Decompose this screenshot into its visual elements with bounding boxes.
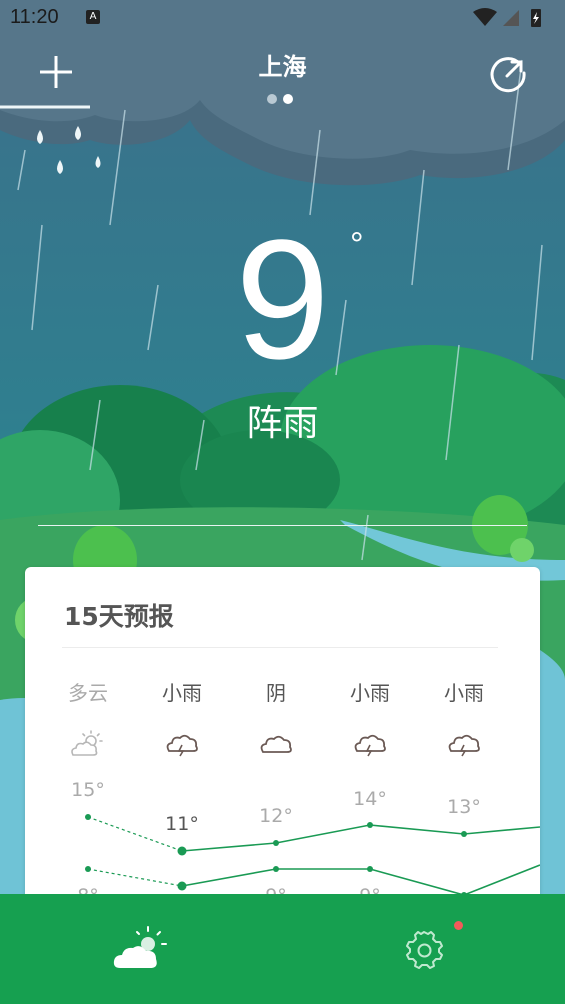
day-condition: 多云 <box>68 681 108 705</box>
forecast-title: 15天预报 <box>64 602 174 631</box>
chart-point <box>177 881 187 891</box>
divider <box>38 525 527 526</box>
day-condition: 阴 <box>266 681 286 705</box>
chart-point <box>367 866 373 872</box>
rain-cloud-icon <box>166 734 198 757</box>
current-condition: 阵雨 <box>246 403 319 444</box>
notification-dot <box>454 921 463 930</box>
signal-icon <box>503 10 519 26</box>
current-temperature: 9 <box>235 205 330 395</box>
day-condition: 小雨 <box>162 681 202 705</box>
forecast-card[interactable]: 15天预报 多云 小雨 阴 小雨 小雨 15° 11° 12° 14° 13° … <box>25 567 540 927</box>
city-name[interactable]: 上海 <box>0 47 565 82</box>
chart-point <box>367 822 373 828</box>
notification-app-icon: A <box>86 10 100 24</box>
wifi-icon <box>473 8 497 26</box>
weather-cloud-sun-icon[interactable] <box>110 924 170 974</box>
gear-icon[interactable] <box>400 926 448 974</box>
chart-point <box>273 840 279 846</box>
chart-point <box>85 866 91 872</box>
status-time: 11:20 <box>10 6 59 28</box>
cloud-icon <box>260 735 292 753</box>
card-divider <box>62 647 498 648</box>
status-bar: 11:20 A <box>0 0 565 36</box>
bottom-nav <box>0 894 565 1004</box>
rain-cloud-icon <box>354 734 386 757</box>
status-icons <box>473 8 541 27</box>
page-dot <box>267 94 277 104</box>
degree-symbol: ° <box>350 226 364 264</box>
chart-point <box>85 814 91 820</box>
day-condition: 小雨 <box>350 681 390 705</box>
rain-cloud-icon <box>448 734 480 757</box>
page-dot-active <box>283 94 293 104</box>
chart-point <box>177 846 187 856</box>
page-indicator <box>267 89 299 108</box>
share-button[interactable] <box>487 52 529 94</box>
day-condition: 小雨 <box>444 681 484 705</box>
partly-cloudy-icon <box>71 730 103 756</box>
chart-point <box>273 866 279 872</box>
chart-point <box>461 831 467 837</box>
